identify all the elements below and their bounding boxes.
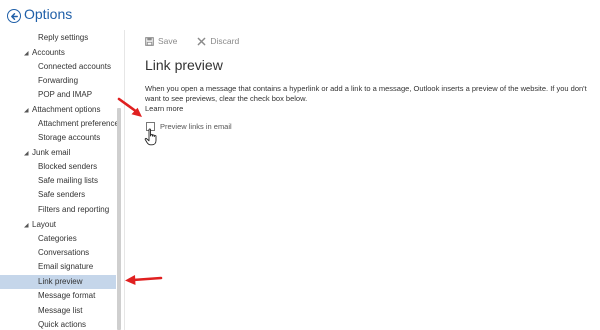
sidebar-item-categories[interactable]: Categories [38, 232, 77, 246]
sidebar-group-label: Accounts [32, 48, 65, 57]
page-description: When you open a message that contains a … [145, 84, 587, 103]
sidebar-group-junk-email[interactable]: Junk email [23, 146, 70, 160]
discard-label: Discard [210, 36, 240, 46]
sidebar-item-label: Link preview [38, 277, 83, 286]
sidebar-item-reply-settings[interactable]: Reply settings [38, 31, 88, 45]
caret-down-icon [24, 223, 29, 228]
sidebar-item-message-format[interactable]: Message format [38, 289, 95, 303]
sidebar-item-safe-mailing-lists[interactable]: Safe mailing lists [38, 174, 98, 188]
caret-down-icon [24, 151, 29, 156]
caret-down-icon [24, 108, 29, 113]
sidebar-group-layout[interactable]: Layout [23, 218, 56, 232]
sidebar-item-connected-accounts[interactable]: Connected accounts [38, 60, 111, 74]
sidebar-item-pop-and-imap[interactable]: POP and IMAP [38, 88, 92, 102]
sidebar-item-forwarding[interactable]: Forwarding [38, 74, 78, 88]
sidebar-item-message-list[interactable]: Message list [38, 304, 82, 318]
sidebar-item-storage-accounts[interactable]: Storage accounts [38, 131, 100, 145]
sidebar-item-blocked-senders[interactable]: Blocked senders [38, 160, 97, 174]
page-title: Link preview [145, 57, 223, 73]
sidebar-item-attachment-preference[interactable]: Attachment preference [38, 117, 119, 131]
sidebar-item-link-preview[interactable]: Link preview [0, 275, 116, 289]
caret-down-icon [24, 51, 29, 56]
sidebar-item-conversations[interactable]: Conversations [38, 246, 89, 260]
preview-links-label[interactable]: Preview links in email [160, 121, 232, 132]
sidebar-group-label: Junk email [32, 148, 71, 157]
sidebar-group-label: Layout [32, 220, 57, 229]
options-sidebar: Reply settings Accounts Connected accoun… [0, 30, 124, 330]
app-header: Options [0, 0, 130, 30]
sidebar-item-safe-senders[interactable]: Safe senders [38, 188, 85, 202]
save-button[interactable]: Save [145, 36, 177, 46]
learn-more-link[interactable]: Learn more [145, 104, 183, 114]
annotation-arrow-icon [117, 97, 142, 117]
sidebar-item-email-signature[interactable]: Email signature [38, 260, 93, 274]
sidebar-group-accounts[interactable]: Accounts [23, 46, 65, 60]
toolbar: Save Discard [145, 34, 259, 48]
sidebar-item-filters-and-reporting[interactable]: Filters and reporting [38, 203, 109, 217]
discard-button[interactable]: Discard [197, 36, 239, 46]
x-icon [198, 37, 206, 45]
sidebar-group-label: Attachment options [32, 105, 101, 114]
back-button[interactable] [7, 9, 21, 23]
annotation-arrow-icon [125, 275, 163, 285]
sidebar-scrollbar[interactable] [117, 108, 121, 330]
hand-cursor-icon [144, 128, 157, 146]
sidebar-group-attachment-options[interactable]: Attachment options [23, 103, 100, 117]
app-title: Options [24, 6, 73, 22]
save-label: Save [158, 36, 178, 46]
circle-arrow-left-icon [10, 12, 18, 20]
floppy-disk-icon [145, 36, 154, 46]
sidebar-item-quick-actions[interactable]: Quick actions [38, 318, 86, 330]
